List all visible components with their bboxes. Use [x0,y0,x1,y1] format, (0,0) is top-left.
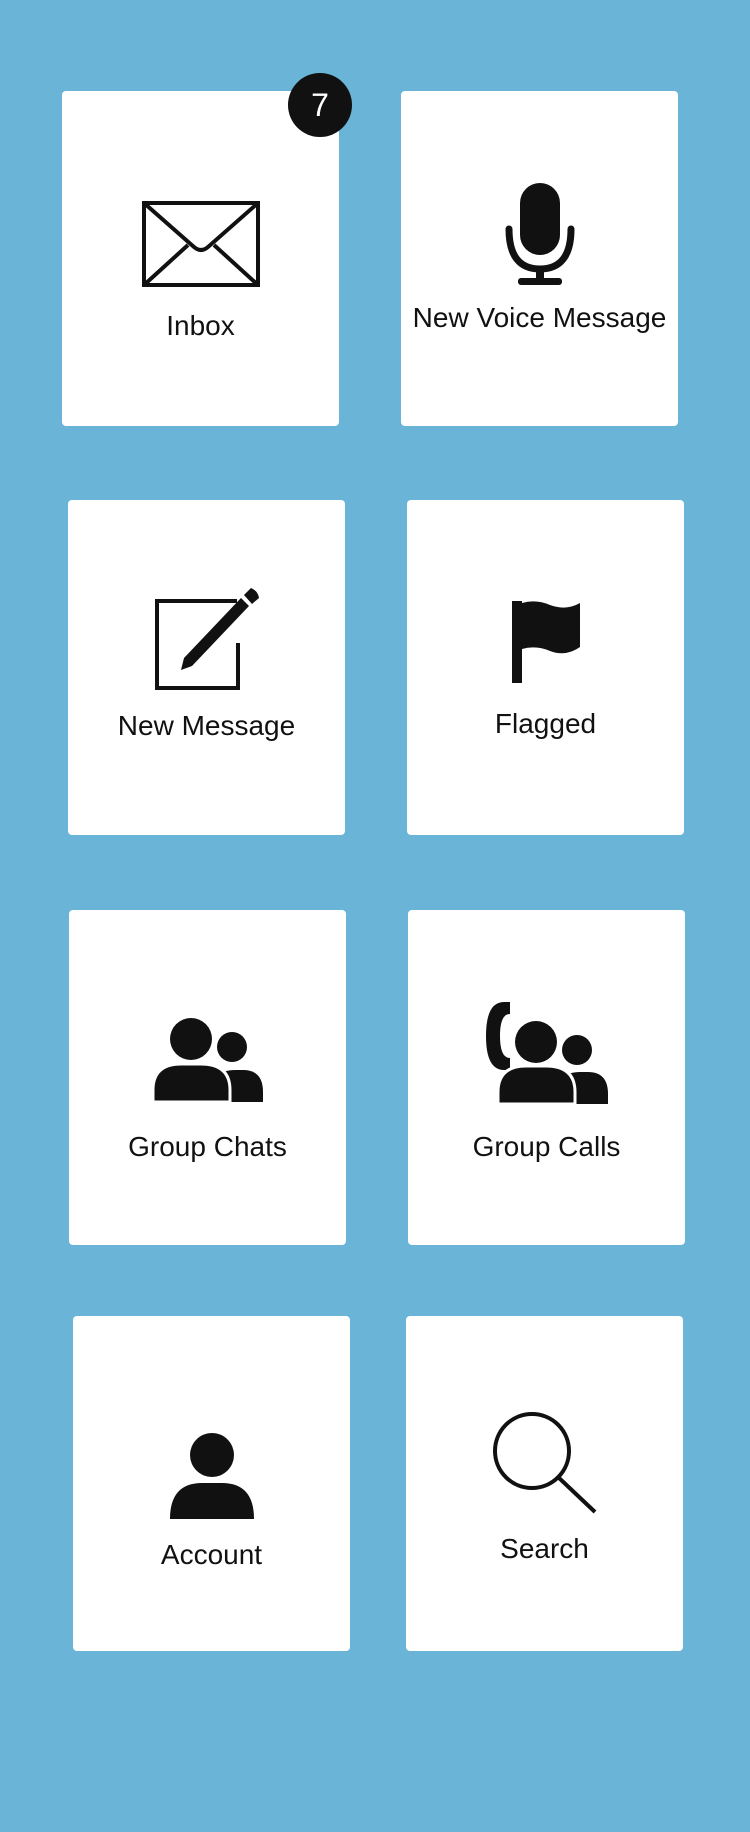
group-calls-label: Group Calls [472,1131,621,1162]
search-tile[interactable]: Search [406,1316,683,1651]
new-voice-message-label: New Voice Message [412,302,667,333]
envelope-icon [62,201,339,287]
account-tile[interactable]: Account [73,1316,350,1651]
flagged-tile[interactable]: Flagged [407,500,684,835]
inbox-tile[interactable]: Inbox [62,91,339,426]
inbox-label: Inbox [166,310,235,341]
group-icon [69,1018,346,1102]
compose-icon [68,588,345,690]
person-icon [73,1433,350,1519]
group-calls-tile[interactable]: Group Calls [408,910,685,1245]
new-message-label: New Message [117,710,296,741]
search-label: Search [500,1533,589,1564]
group-chats-label: Group Chats [128,1131,287,1162]
flagged-label: Flagged [494,708,597,739]
new-message-tile[interactable]: New Message [68,500,345,835]
account-label: Account [160,1539,263,1570]
inbox-unread-badge: 7 [288,73,352,137]
search-icon [406,1412,683,1514]
new-voice-message-tile[interactable]: New Voice Message [401,91,678,426]
flag-icon [407,601,684,683]
microphone-icon [401,183,678,285]
group-call-icon [408,1002,685,1104]
group-chats-tile[interactable]: Group Chats [69,910,346,1245]
